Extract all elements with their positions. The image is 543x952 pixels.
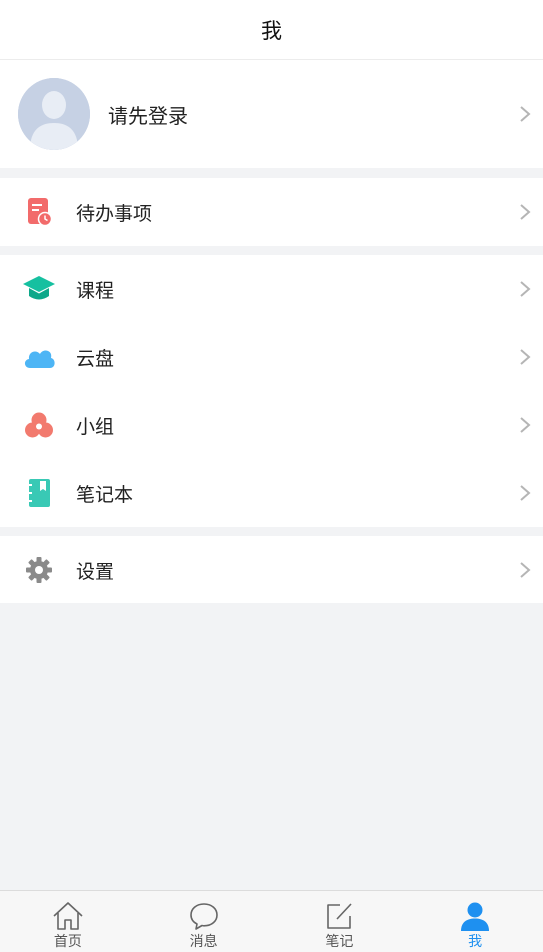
chevron-right-icon bbox=[520, 417, 531, 433]
todo-section: 待办事项 bbox=[0, 178, 543, 246]
tab-me[interactable]: 我 bbox=[407, 891, 543, 952]
menu-label-todo: 待办事项 bbox=[76, 202, 153, 225]
edit-note-icon bbox=[323, 900, 355, 932]
chevron-right-icon bbox=[520, 562, 531, 578]
tab-messages[interactable]: 消息 bbox=[136, 891, 272, 952]
avatar bbox=[18, 78, 90, 150]
menu-item-cloud[interactable]: 云盘 bbox=[0, 323, 543, 391]
profile-login-row[interactable]: 请先登录 bbox=[0, 60, 543, 168]
chevron-right-icon bbox=[520, 204, 531, 220]
home-icon bbox=[52, 900, 84, 932]
graduation-cap-icon bbox=[22, 272, 56, 306]
menu-label-group: 小组 bbox=[76, 415, 115, 438]
chevron-right-icon bbox=[520, 485, 531, 501]
todo-icon bbox=[22, 195, 56, 229]
menu-label-cloud: 云盘 bbox=[76, 347, 115, 370]
notebook-icon bbox=[22, 476, 56, 510]
tab-label: 消息 bbox=[189, 934, 218, 950]
menu-item-notebook[interactable]: 笔记本 bbox=[0, 459, 543, 527]
chevron-right-icon bbox=[520, 106, 531, 122]
menu-label-settings: 设置 bbox=[76, 560, 115, 583]
tab-label: 我 bbox=[468, 934, 483, 950]
chevron-right-icon bbox=[520, 349, 531, 365]
login-prompt: 请先登录 bbox=[108, 104, 188, 128]
tab-notes[interactable]: 笔记 bbox=[272, 891, 408, 952]
menu-item-course[interactable]: 课程 bbox=[0, 255, 543, 323]
chevron-right-icon bbox=[520, 281, 531, 297]
user-icon bbox=[459, 900, 491, 932]
menu-item-todo[interactable]: 待办事项 bbox=[0, 178, 543, 246]
menu-label-course: 课程 bbox=[76, 279, 115, 302]
settings-section: 设置 bbox=[0, 536, 543, 603]
menu-label-notebook: 笔记本 bbox=[76, 483, 134, 506]
top-bar: 我 bbox=[0, 0, 543, 60]
bottom-tab-bar: 首页 消息 笔记 我 bbox=[0, 890, 543, 952]
gear-icon bbox=[22, 553, 56, 587]
menu-item-group[interactable]: 小组 bbox=[0, 391, 543, 459]
tab-home[interactable]: 首页 bbox=[0, 891, 136, 952]
tab-label: 首页 bbox=[53, 934, 82, 950]
page-title: 我 bbox=[261, 18, 282, 43]
chat-bubble-icon bbox=[188, 900, 220, 932]
default-avatar-icon bbox=[18, 78, 90, 150]
cloud-icon bbox=[22, 340, 56, 374]
tab-label: 笔记 bbox=[325, 934, 354, 950]
main-menu-section: 课程 云盘 小组 笔记本 bbox=[0, 255, 543, 527]
menu-item-settings[interactable]: 设置 bbox=[0, 536, 543, 604]
group-icon bbox=[22, 408, 56, 442]
